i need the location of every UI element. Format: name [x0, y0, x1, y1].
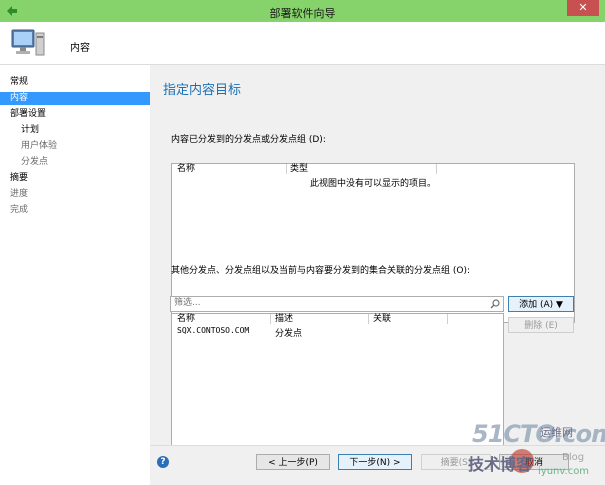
remove-button[interactable]: 删除 (E): [508, 317, 574, 333]
empty-list-message: 此视图中没有可以显示的项目。: [309, 179, 436, 189]
nav-item-general[interactable]: 常规: [10, 76, 28, 89]
page-title: 指定内容目标: [163, 83, 242, 98]
nav-item-distribution-points[interactable]: 分发点: [21, 156, 48, 169]
close-button[interactable]: ✕: [567, 0, 599, 16]
search-icon: [490, 299, 500, 309]
watermark: 51CTO.com 技术博客 运维网 iyunv.com Blog: [468, 420, 605, 484]
watermark-text: 51CTO.com: [472, 420, 605, 448]
wizard-header: 内容: [0, 22, 605, 65]
column-header-description[interactable]: 描述: [275, 314, 293, 324]
chevron-down-icon: ▼: [556, 300, 563, 310]
wizard-nav: 常规 内容 部署设置 计划 用户体验 分发点 摘要 进度 完成: [0, 65, 150, 484]
nav-item-completion[interactable]: 完成: [10, 204, 28, 217]
column-separator: [436, 164, 437, 174]
next-button[interactable]: 下一步(N) >: [338, 454, 412, 470]
header-title: 内容: [70, 43, 90, 54]
title-bar[interactable]: 部署软件向导 ✕: [0, 0, 605, 22]
watermark-text: iyunv.com: [538, 466, 590, 477]
column-separator: [270, 314, 271, 324]
nav-item-deployment-settings[interactable]: 部署设置: [10, 108, 46, 121]
nav-item-schedule[interactable]: 计划: [21, 124, 39, 137]
distributed-label: 内容已分发到的分发点或分发点组 (D):: [171, 135, 326, 145]
column-separator: [368, 314, 369, 324]
row-name: SQX.CONTOSO.COM: [177, 326, 250, 335]
help-icon[interactable]: ?: [157, 456, 169, 468]
filter-box: [170, 296, 504, 312]
other-dp-list[interactable]: 名称 描述 关联 SQX.CONTOSO.COM 分发点: [171, 313, 504, 446]
other-dp-label: 其他分发点、分发点组以及当前与内容要分发到的集合关联的分发点组 (O):: [171, 266, 471, 276]
nav-item-user-experience[interactable]: 用户体验: [21, 140, 57, 153]
column-separator: [286, 164, 287, 174]
column-header-association[interactable]: 关联: [373, 314, 391, 324]
filter-input[interactable]: [171, 297, 477, 309]
column-header-name[interactable]: 名称: [177, 164, 195, 174]
column-header-type[interactable]: 类型: [290, 164, 308, 174]
nav-item-progress[interactable]: 进度: [10, 188, 28, 201]
window-title: 部署软件向导: [269, 7, 336, 20]
add-button-label: 添加 (A): [519, 300, 554, 310]
watermark-text: 运维网: [540, 426, 573, 439]
row-description: 分发点: [275, 329, 303, 339]
prev-button[interactable]: < 上一步(P): [256, 454, 330, 470]
table-row[interactable]: SQX.CONTOSO.COM 分发点: [172, 326, 503, 339]
watermark-text: Blog: [562, 452, 585, 463]
watermark-text: 技术博客: [468, 455, 533, 474]
deploy-software-wizard-window: 部署软件向导 ✕ 内容 常规 内容 部署设置 计划 用户体验 分发点 摘要 进度…: [0, 0, 605, 485]
nav-item-summary[interactable]: 摘要: [10, 172, 28, 185]
column-header-name[interactable]: 名称: [177, 314, 195, 324]
add-button[interactable]: 添加 (A) ▼: [508, 296, 574, 312]
nav-item-content[interactable]: 内容: [0, 92, 150, 105]
computer-icon: [11, 29, 45, 56]
column-separator: [447, 314, 448, 324]
